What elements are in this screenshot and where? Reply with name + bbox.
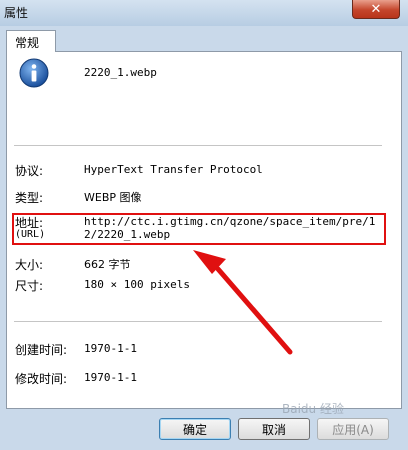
- type-label: 类型:: [15, 191, 44, 205]
- size-label: 大小:: [15, 258, 44, 272]
- ok-button[interactable]: 确定: [159, 418, 231, 440]
- watermark: Baidu 经验: [282, 402, 344, 416]
- address-value: http://ctc.i.gtimg.cn/qzone/space_item/p…: [84, 215, 376, 241]
- type-value: WEBP 图像: [84, 191, 142, 204]
- modified-value: 1970-1-1: [84, 371, 137, 384]
- dimensions-value: 180 × 100 pixels: [84, 278, 190, 291]
- tab-label: 常规: [15, 36, 40, 50]
- info-icon: [19, 58, 49, 88]
- apply-button[interactable]: 应用(A): [317, 418, 389, 440]
- separator: [14, 145, 382, 146]
- file-name: 2220_1.webp: [84, 66, 157, 79]
- close-button[interactable]: ✕: [352, 0, 400, 19]
- tab-general[interactable]: 常规: [6, 30, 56, 52]
- created-value: 1970-1-1: [84, 342, 137, 355]
- cancel-button[interactable]: 取消: [238, 418, 310, 440]
- address-sublabel: (URL): [15, 229, 46, 240]
- size-value: 662 字节: [84, 258, 131, 271]
- title-bar: 属性 ✕: [0, 0, 408, 26]
- protocol-value: HyperText Transfer Protocol: [84, 163, 263, 176]
- close-icon: ✕: [370, 1, 382, 17]
- created-label: 创建时间:: [15, 343, 68, 357]
- separator: [14, 321, 382, 322]
- protocol-label: 协议:: [15, 164, 44, 178]
- modified-label: 修改时间:: [15, 372, 68, 386]
- window-title: 属性: [4, 6, 29, 20]
- dimensions-label: 尺寸:: [15, 279, 44, 293]
